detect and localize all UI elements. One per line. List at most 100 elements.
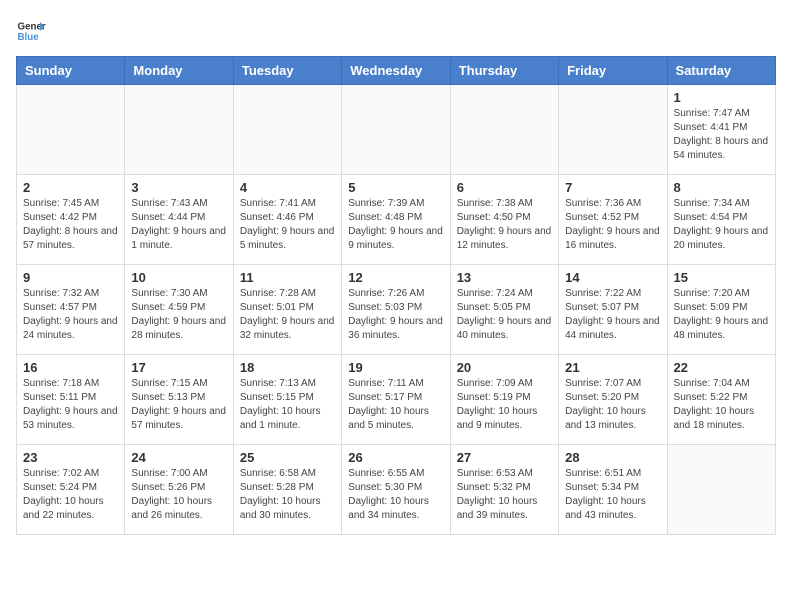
day-number: 22 — [674, 360, 769, 375]
day-number: 3 — [131, 180, 226, 195]
day-info: Sunrise: 7:30 AM Sunset: 4:59 PM Dayligh… — [131, 287, 226, 343]
day-info: Sunrise: 7:36 AM Sunset: 4:52 PM Dayligh… — [565, 197, 660, 253]
day-info: Sunrise: 7:32 AM Sunset: 4:57 PM Dayligh… — [23, 287, 118, 343]
day-cell: 24 Sunrise: 7:00 AM Sunset: 5:26 PM Dayli… — [125, 445, 233, 535]
day-number: 18 — [240, 360, 335, 375]
day-info: Sunrise: 7:11 AM Sunset: 5:17 PM Dayligh… — [348, 377, 443, 433]
calendar-body: 1Sunrise: 7:47 AM Sunset: 4:41 PM Daylig… — [17, 85, 776, 535]
weekday-header-monday: Monday — [125, 57, 233, 85]
day-info: Sunrise: 7:13 AM Sunset: 5:15 PM Dayligh… — [240, 377, 335, 433]
day-number: 21 — [565, 360, 660, 375]
day-number: 24 — [131, 450, 226, 465]
logo-icon: General Blue — [16, 16, 46, 46]
weekday-header-wednesday: Wednesday — [342, 57, 450, 85]
day-info: Sunrise: 6:53 AM Sunset: 5:32 PM Dayligh… — [457, 467, 552, 523]
day-number: 15 — [674, 270, 769, 285]
day-info: Sunrise: 7:41 AM Sunset: 4:46 PM Dayligh… — [240, 197, 335, 253]
day-info: Sunrise: 7:22 AM Sunset: 5:07 PM Dayligh… — [565, 287, 660, 343]
svg-text:Blue: Blue — [18, 32, 40, 43]
day-info: Sunrise: 7:26 AM Sunset: 5:03 PM Dayligh… — [348, 287, 443, 343]
day-cell: 19 Sunrise: 7:11 AM Sunset: 5:17 PM Dayli… — [342, 355, 450, 445]
day-number: 26 — [348, 450, 443, 465]
day-cell — [17, 85, 125, 175]
day-cell: 27 Sunrise: 6:53 AM Sunset: 5:32 PM Dayli… — [450, 445, 558, 535]
weekday-header-saturday: Saturday — [667, 57, 775, 85]
day-info: Sunrise: 7:47 AM Sunset: 4:41 PM Dayligh… — [674, 107, 769, 163]
day-number: 16 — [23, 360, 118, 375]
day-info: Sunrise: 7:24 AM Sunset: 5:05 PM Dayligh… — [457, 287, 552, 343]
day-cell — [559, 85, 667, 175]
day-info: Sunrise: 6:55 AM Sunset: 5:30 PM Dayligh… — [348, 467, 443, 523]
day-cell: 10 Sunrise: 7:30 AM Sunset: 4:59 PM Dayli… — [125, 265, 233, 355]
day-cell: 13Sunrise: 7:24 AM Sunset: 5:05 PM Dayli… — [450, 265, 558, 355]
week-row-4: 16 Sunrise: 7:18 AM Sunset: 5:11 PM Dayli… — [17, 355, 776, 445]
day-info: Sunrise: 7:18 AM Sunset: 5:11 PM Dayligh… — [23, 377, 118, 433]
day-number: 6 — [457, 180, 552, 195]
week-row-5: 23 Sunrise: 7:02 AM Sunset: 5:24 PM Dayli… — [17, 445, 776, 535]
day-info: Sunrise: 7:34 AM Sunset: 4:54 PM Dayligh… — [674, 197, 769, 253]
calendar-table: SundayMondayTuesdayWednesdayThursdayFrid… — [16, 56, 776, 535]
day-cell: 21 Sunrise: 7:07 AM Sunset: 5:20 PM Dayli… — [559, 355, 667, 445]
day-cell — [125, 85, 233, 175]
day-cell: 9 Sunrise: 7:32 AM Sunset: 4:57 PM Daylig… — [17, 265, 125, 355]
day-number: 11 — [240, 270, 335, 285]
day-cell: 22 Sunrise: 7:04 AM Sunset: 5:22 PM Dayli… — [667, 355, 775, 445]
weekday-header-thursday: Thursday — [450, 57, 558, 85]
day-info: Sunrise: 7:39 AM Sunset: 4:48 PM Dayligh… — [348, 197, 443, 253]
day-cell: 7 Sunrise: 7:36 AM Sunset: 4:52 PM Daylig… — [559, 175, 667, 265]
day-cell: 23 Sunrise: 7:02 AM Sunset: 5:24 PM Dayli… — [17, 445, 125, 535]
day-cell: 17Sunrise: 7:15 AM Sunset: 5:13 PM Dayli… — [125, 355, 233, 445]
day-info: Sunrise: 6:51 AM Sunset: 5:34 PM Dayligh… — [565, 467, 660, 523]
day-cell: 25 Sunrise: 6:58 AM Sunset: 5:28 PM Dayli… — [233, 445, 341, 535]
day-cell: 5 Sunrise: 7:39 AM Sunset: 4:48 PM Daylig… — [342, 175, 450, 265]
day-number: 17 — [131, 360, 226, 375]
day-number: 7 — [565, 180, 660, 195]
page-header: General Blue — [16, 16, 776, 46]
day-cell: 2 Sunrise: 7:45 AM Sunset: 4:42 PM Daylig… — [17, 175, 125, 265]
weekday-header-row: SundayMondayTuesdayWednesdayThursdayFrid… — [17, 57, 776, 85]
day-number: 5 — [348, 180, 443, 195]
day-number: 28 — [565, 450, 660, 465]
day-cell: 15 Sunrise: 7:20 AM Sunset: 5:09 PM Dayli… — [667, 265, 775, 355]
day-cell: 28 Sunrise: 6:51 AM Sunset: 5:34 PM Dayli… — [559, 445, 667, 535]
day-cell — [667, 445, 775, 535]
day-number: 19 — [348, 360, 443, 375]
day-number: 8 — [674, 180, 769, 195]
day-cell: 12 Sunrise: 7:26 AM Sunset: 5:03 PM Dayli… — [342, 265, 450, 355]
day-cell: 16 Sunrise: 7:18 AM Sunset: 5:11 PM Dayli… — [17, 355, 125, 445]
week-row-2: 2 Sunrise: 7:45 AM Sunset: 4:42 PM Daylig… — [17, 175, 776, 265]
day-cell: 3 Sunrise: 7:43 AM Sunset: 4:44 PM Daylig… — [125, 175, 233, 265]
day-number: 2 — [23, 180, 118, 195]
day-info: Sunrise: 6:58 AM Sunset: 5:28 PM Dayligh… — [240, 467, 335, 523]
day-cell: 8 Sunrise: 7:34 AM Sunset: 4:54 PM Daylig… — [667, 175, 775, 265]
day-cell: 6 Sunrise: 7:38 AM Sunset: 4:50 PM Daylig… — [450, 175, 558, 265]
day-number: 20 — [457, 360, 552, 375]
logo: General Blue — [16, 16, 46, 46]
day-cell: 18 Sunrise: 7:13 AM Sunset: 5:15 PM Dayli… — [233, 355, 341, 445]
calendar-header: SundayMondayTuesdayWednesdayThursdayFrid… — [17, 57, 776, 85]
day-number: 27 — [457, 450, 552, 465]
day-number: 4 — [240, 180, 335, 195]
day-info: Sunrise: 7:45 AM Sunset: 4:42 PM Dayligh… — [23, 197, 118, 253]
day-info: Sunrise: 7:20 AM Sunset: 5:09 PM Dayligh… — [674, 287, 769, 343]
day-cell: 20 Sunrise: 7:09 AM Sunset: 5:19 PM Dayli… — [450, 355, 558, 445]
day-info: Sunrise: 7:04 AM Sunset: 5:22 PM Dayligh… — [674, 377, 769, 433]
day-cell — [233, 85, 341, 175]
day-info: Sunrise: 7:38 AM Sunset: 4:50 PM Dayligh… — [457, 197, 552, 253]
day-info: Sunrise: 7:07 AM Sunset: 5:20 PM Dayligh… — [565, 377, 660, 433]
day-info: Sunrise: 7:00 AM Sunset: 5:26 PM Dayligh… — [131, 467, 226, 523]
day-number: 25 — [240, 450, 335, 465]
day-info: Sunrise: 7:43 AM Sunset: 4:44 PM Dayligh… — [131, 197, 226, 253]
day-number: 12 — [348, 270, 443, 285]
day-number: 10 — [131, 270, 226, 285]
weekday-header-sunday: Sunday — [17, 57, 125, 85]
day-number: 14 — [565, 270, 660, 285]
day-cell: 4 Sunrise: 7:41 AM Sunset: 4:46 PM Daylig… — [233, 175, 341, 265]
day-number: 9 — [23, 270, 118, 285]
day-info: Sunrise: 7:02 AM Sunset: 5:24 PM Dayligh… — [23, 467, 118, 523]
day-info: Sunrise: 7:09 AM Sunset: 5:19 PM Dayligh… — [457, 377, 552, 433]
day-cell: 1Sunrise: 7:47 AM Sunset: 4:41 PM Daylig… — [667, 85, 775, 175]
day-number: 23 — [23, 450, 118, 465]
day-cell — [342, 85, 450, 175]
day-cell: 11Sunrise: 7:28 AM Sunset: 5:01 PM Dayli… — [233, 265, 341, 355]
